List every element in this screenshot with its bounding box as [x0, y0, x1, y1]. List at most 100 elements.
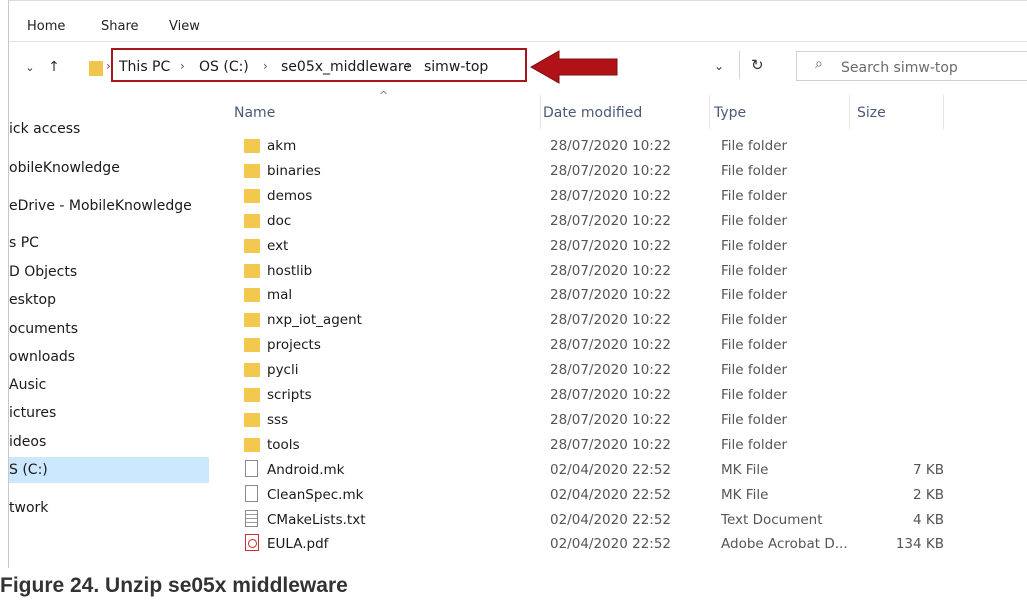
recent-locations-chevron-icon[interactable]: ⌄ [21, 59, 39, 77]
address-dropdown-icon[interactable]: ⌄ [714, 59, 724, 73]
folder-icon [244, 363, 260, 378]
folder-icon [244, 263, 260, 278]
sidebar-item-downloads[interactable]: ownloads [9, 344, 209, 370]
file-row[interactable]: doc 28/07/2020 10:22 File folder [236, 209, 986, 234]
file-size: 2 KB [913, 486, 944, 503]
file-row[interactable]: Android.mk 02/04/2020 22:52 MK File 7 KB [236, 458, 986, 483]
sidebar-item-label: obileKnowledge [9, 160, 120, 176]
tab-share[interactable]: Share [101, 19, 139, 34]
folder-icon [244, 412, 260, 427]
sidebar-item-mobileknowledge[interactable]: obileKnowledge [9, 155, 209, 181]
file-row[interactable]: hostlib 28/07/2020 10:22 File folder [236, 259, 986, 284]
breadcrumb-se05x-middleware[interactable]: se05x_middleware [281, 59, 412, 75]
sidebar-item-label: ideos [9, 434, 47, 450]
file-type: File folder [721, 411, 788, 428]
sidebar-item-label: Ausic [9, 377, 47, 393]
file-date-modified: 28/07/2020 10:22 [550, 362, 672, 379]
chevron-right-icon: › [180, 59, 185, 73]
file-row[interactable]: projects 28/07/2020 10:22 File folder [236, 333, 986, 358]
sidebar-item-quick-access[interactable]: ick access [9, 116, 209, 142]
file-size: 4 KB [913, 511, 944, 528]
file-date-modified: 28/07/2020 10:22 [550, 411, 672, 428]
folder-icon [244, 288, 260, 303]
sidebar-item-label: s PC [9, 235, 39, 251]
file-row[interactable]: mal 28/07/2020 10:22 File folder [236, 283, 986, 308]
sidebar-item-3d-objects[interactable]: D Objects [9, 259, 209, 285]
sidebar-item-onedrive[interactable]: eDrive - MobileKnowledge [9, 193, 209, 219]
file-type: File folder [721, 337, 788, 354]
column-header-type[interactable]: Type [714, 105, 746, 121]
red-arrow-icon [529, 50, 618, 84]
file-explorer-window: Home Share View ⌄ ↑ › This PC › OS (C:) … [8, 0, 1027, 568]
column-divider[interactable] [943, 95, 944, 129]
file-date-modified: 28/07/2020 10:22 [550, 337, 672, 354]
file-date-modified: 28/07/2020 10:22 [550, 212, 672, 229]
column-header-size[interactable]: Size [857, 105, 886, 121]
file-type: File folder [721, 436, 788, 453]
file-name: doc [267, 212, 292, 229]
file-row[interactable]: CMakeLists.txt 02/04/2020 22:52 Text Docum… [236, 508, 986, 533]
column-header-date-modified[interactable]: Date modified [543, 105, 642, 121]
tab-home[interactable]: Home [27, 19, 65, 34]
file-type: File folder [721, 237, 788, 254]
search-placeholder: Search simw-top [841, 60, 958, 76]
sidebar-item-label: ictures [9, 405, 57, 421]
file-name: CMakeLists.txt [267, 511, 366, 528]
folder-icon [244, 213, 260, 228]
sidebar-item-music[interactable]: Ausic [9, 372, 209, 398]
text-file-icon [245, 509, 258, 527]
file-row[interactable]: tools 28/07/2020 10:22 File folder [236, 433, 986, 458]
file-row[interactable]: scripts 28/07/2020 10:22 File folder [236, 383, 986, 408]
sidebar-item-label: ick access [9, 121, 81, 137]
sidebar-item-pictures[interactable]: ictures [9, 400, 209, 426]
folder-icon [244, 139, 260, 153]
sidebar-item-label: D Objects [9, 264, 78, 280]
file-date-modified: 28/07/2020 10:22 [550, 387, 672, 403]
file-name: akm [267, 138, 297, 154]
sidebar-item-videos[interactable]: ideos [9, 429, 209, 455]
file-row[interactable]: sss 28/07/2020 10:22 File folder [236, 408, 986, 433]
file-row[interactable]: pycli 28/07/2020 10:22 File folder [236, 358, 986, 383]
sidebar-item-network[interactable]: twork [9, 495, 209, 521]
file-date-modified: 28/07/2020 10:22 [550, 138, 672, 154]
file-row[interactable]: demos 28/07/2020 10:22 File folder [236, 184, 986, 209]
up-arrow-icon[interactable]: ↑ [45, 58, 63, 76]
file-row[interactable]: CleanSpec.mk 02/04/2020 22:52 MK File 2 KB [236, 483, 986, 508]
search-icon: ⌕ [815, 56, 823, 72]
sidebar-item-os-c[interactable]: S (C:) [9, 457, 209, 483]
column-divider[interactable] [709, 95, 710, 129]
column-divider[interactable] [540, 95, 541, 129]
sidebar-item-this-pc[interactable]: s PC [9, 230, 209, 256]
file-row[interactable]: binaries 28/07/2020 10:22 File folder [236, 159, 986, 184]
breadcrumb-simw-top[interactable]: simw-top [424, 59, 488, 75]
sidebar-item-label: ownloads [9, 349, 76, 365]
refresh-icon[interactable]: ↻ [751, 56, 764, 74]
sidebar-item-documents[interactable]: ocuments [9, 316, 209, 342]
file-date-modified: 28/07/2020 10:22 [550, 187, 672, 204]
file-size: 134 KB [895, 536, 944, 553]
file-name: nxp_iot_agent [267, 312, 362, 329]
file-name: mal [267, 287, 293, 304]
file-icon [245, 484, 258, 502]
breadcrumb-this-pc[interactable]: This PC [119, 59, 170, 75]
sidebar-item-desktop[interactable]: esktop [9, 287, 209, 313]
sort-ascending-icon: ^ [379, 89, 389, 102]
file-row[interactable]: akm 28/07/2020 10:22 File folder [236, 134, 986, 159]
folder-icon [244, 437, 260, 452]
breadcrumb-os-c[interactable]: OS (C:) [199, 59, 249, 75]
sidebar-item-label: eDrive - MobileKnowledge [9, 198, 192, 214]
file-row[interactable]: nxp_iot_agent 28/07/2020 10:22 File folder [236, 308, 986, 333]
file-date-modified: 02/04/2020 22:52 [550, 536, 672, 553]
column-divider[interactable] [849, 95, 850, 129]
file-row[interactable]: ext 28/07/2020 10:22 File folder [236, 234, 986, 259]
file-row[interactable]: EULA.pdf 02/04/2020 22:52 Adobe Acrobat D.… [236, 532, 986, 557]
tab-view[interactable]: View [169, 19, 200, 34]
figure-caption: Figure 24. Unzip se05x middleware [0, 574, 348, 597]
file-name: pycli [267, 362, 299, 379]
folder-icon [89, 61, 103, 76]
sidebar-item-label: ocuments [9, 321, 79, 337]
file-type: File folder [721, 287, 788, 304]
chevron-right-icon: › [406, 59, 411, 73]
column-header-name[interactable]: Name [234, 105, 275, 121]
sidebar-item-label: esktop [9, 292, 56, 308]
